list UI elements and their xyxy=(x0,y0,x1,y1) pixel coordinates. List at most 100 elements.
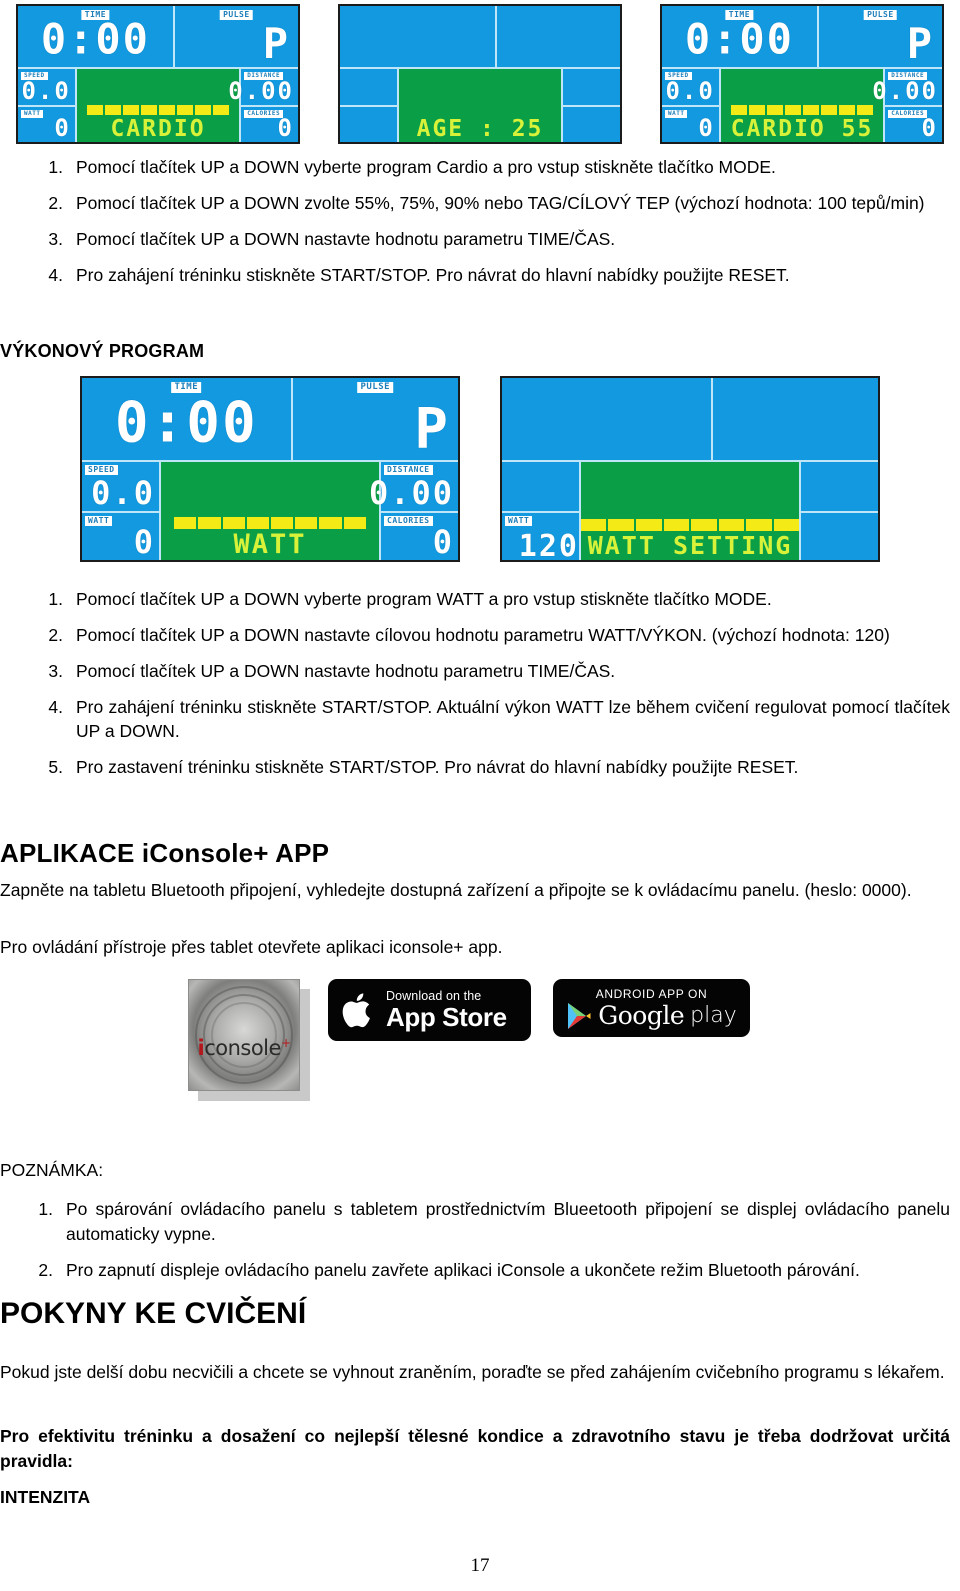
list-item-number: 5. xyxy=(48,757,63,778)
lcd-bar-graph xyxy=(580,518,800,531)
lcd-row-watt: TIME 0:00 PULSE P SPEED 0.0 WATT 0 WATT … xyxy=(0,376,960,562)
google-play-triangle-icon xyxy=(568,1002,591,1029)
lcd-bar-graph xyxy=(86,104,230,115)
lcd-tag-calories: CALORIES xyxy=(384,515,433,526)
lcd-calories-cell: CALORIES 0 xyxy=(241,105,298,142)
lcd-pulse-cell-blank xyxy=(497,6,620,67)
lcd-time-value: 0:00 xyxy=(114,390,258,456)
lcd-calories-cell: CALORIES 0 xyxy=(381,510,458,561)
note-list: 1. Po spárování ovládacího panelu s tabl… xyxy=(28,1197,950,1294)
lcd-right-column: DISTANCE 0.00 CALORIES 0 xyxy=(228,68,298,142)
lcd-top-section: TIME 0:00 PULSE P xyxy=(662,6,942,69)
app-paragraph-2: Pro ovládání přístroje přes tablet otevř… xyxy=(0,937,503,957)
list-item-number: 2. xyxy=(48,192,63,213)
lcd-bottom-section: SPEED 0.0 WATT 0 WATT DISTANCE 0.00 CALO… xyxy=(82,461,458,561)
lcd-time-value: 0:00 xyxy=(40,14,150,64)
lcd-distance-value: 0.00 xyxy=(872,77,938,106)
list-item: 2. Pro zapnutí displeje ovládacího panel… xyxy=(28,1258,950,1283)
list-item-text: Pomocí tlačítek UP a DOWN vyberte progra… xyxy=(76,157,776,177)
lcd-calories-cell-blank xyxy=(801,510,878,560)
list-item-number: 2. xyxy=(38,1259,53,1280)
lcd-calories-value: 0 xyxy=(432,523,454,561)
lcd-time-cell-blank xyxy=(340,6,497,67)
lcd-speed-value: 0.0 xyxy=(21,77,71,106)
list-item: 3. Pomocí tlačítek UP a DOWN nastavte ho… xyxy=(38,659,950,684)
lcd-distance-cell-blank xyxy=(801,462,878,511)
apple-logo-icon xyxy=(342,993,370,1028)
lcd-right-column xyxy=(561,68,620,142)
list-item-text: Pomocí tlačítek UP a DOWN nastavte hodno… xyxy=(76,228,616,249)
app-badges-row: iconsole+ Download on the App Store ANDR… xyxy=(188,979,750,1101)
lcd-pulse-cell: PULSE P xyxy=(819,6,942,67)
lcd-distance-cell-blank xyxy=(563,69,620,106)
lcd-pulse-value: P xyxy=(262,18,291,68)
watt-program-heading: VÝKONOVÝ PROGRAM xyxy=(0,341,205,361)
list-item: 4. Pro zahájení tréninku stiskněte START… xyxy=(38,263,950,288)
lcd-watt-cell: WATT 0 xyxy=(662,105,719,142)
list-item-number: 3. xyxy=(48,660,63,681)
lcd-time-cell: TIME 0:00 xyxy=(662,6,819,67)
lcd-calories-cell: CALORIES 0 xyxy=(885,105,942,142)
lcd-bottom-section: WATT 120 WATT SETTING xyxy=(502,461,878,564)
lcd-display-age-setting: AGE : 25 xyxy=(338,4,622,144)
lcd-display-watt-select: TIME 0:00 PULSE P SPEED 0.0 WATT 0 WATT … xyxy=(80,376,460,562)
lcd-speed-cell: SPEED 0.0 xyxy=(82,462,159,511)
watt-steps-list: 1. Pomocí tlačítek UP a DOWN vyberte pro… xyxy=(38,587,950,791)
list-item: 4. Pro zahájení tréninku stiskněte START… xyxy=(38,695,950,745)
lcd-tag-pulse: PULSE xyxy=(357,382,394,393)
lcd-top-section xyxy=(502,378,878,462)
lcd-display-cardio-55: TIME 0:00 PULSE P SPEED 0.0 WATT 0 CARDI… xyxy=(660,4,944,144)
lcd-distance-cell: DISTANCE 0.00 xyxy=(872,69,942,106)
lcd-message-text: CARDIO 55 xyxy=(730,115,874,142)
list-item: 1. Po spárování ovládacího panelu s tabl… xyxy=(28,1197,950,1247)
lcd-top-section: TIME 0:00 PULSE P xyxy=(82,378,458,462)
cardio-steps-list: 1. Pomocí tlačítek UP a DOWN vyberte pro… xyxy=(38,155,950,298)
list-item-number: 2. xyxy=(48,624,63,645)
google-play-wordmark-row: Google play xyxy=(563,1002,740,1030)
list-item-text: Pomocí tlačítek UP a DOWN vyberte progra… xyxy=(76,589,772,609)
lcd-calories-value: 0 xyxy=(921,114,938,143)
google-play-badge[interactable]: ANDROID APP ON Google play xyxy=(553,979,750,1037)
lcd-message-text: AGE : 25 xyxy=(416,115,544,142)
lcd-time-value: 0:00 xyxy=(684,14,794,64)
lcd-row-cardio: TIME 0:00 PULSE P SPEED 0.0 WATT 0 CARDI… xyxy=(0,4,960,144)
lcd-distance-value: 0.00 xyxy=(228,77,294,106)
lcd-pulse-cell-blank xyxy=(713,378,878,460)
lcd-distance-cell: DISTANCE 0.00 xyxy=(369,462,458,511)
lcd-distance-cell: DISTANCE 0.00 xyxy=(228,69,298,106)
lcd-time-cell: TIME 0:00 xyxy=(18,6,175,67)
play-word: play xyxy=(690,1002,737,1028)
document-page: TIME 0:00 PULSE P SPEED 0.0 WATT 0 CARDI… xyxy=(0,0,960,1591)
lcd-pulse-value: P xyxy=(906,18,935,68)
lcd-message-area: CARDIO xyxy=(76,68,240,142)
lcd-left-column: SPEED 0.0 WATT 0 xyxy=(18,68,77,142)
lcd-watt-cell: WATT 0 xyxy=(18,105,75,142)
lcd-pulse-cell: PULSE P xyxy=(293,378,458,460)
lcd-speed-value: 0.0 xyxy=(91,473,155,512)
lcd-bottom-section: SPEED 0.0 WATT 0 CARDIO DISTANCE 0.00 CA… xyxy=(18,68,298,142)
list-item: 2. Pomocí tlačítek UP a DOWN nastavte cí… xyxy=(38,623,950,648)
google-word: Google xyxy=(598,1001,685,1030)
lcd-watt-cell: WATT 120 xyxy=(502,510,579,564)
list-item-text: Po spárování ovládacího panelu s tablete… xyxy=(66,1199,950,1244)
lcd-message-area: WATT xyxy=(160,461,380,560)
lcd-display-cardio-select: TIME 0:00 PULSE P SPEED 0.0 WATT 0 CARDI… xyxy=(16,4,300,144)
list-item-number: 1. xyxy=(48,157,63,177)
google-play-line1: ANDROID APP ON xyxy=(595,986,708,1001)
lcd-right-column: DISTANCE 0.00 CALORIES 0 xyxy=(872,68,942,142)
lcd-speed-cell-blank xyxy=(502,462,579,511)
lcd-tag-watt: WATT xyxy=(665,110,688,119)
lcd-watt-value: 120 xyxy=(518,529,579,564)
list-item-number: 1. xyxy=(48,589,63,609)
app-store-line1: Download on the xyxy=(386,988,482,1003)
app-store-badge[interactable]: Download on the App Store xyxy=(328,979,531,1041)
logo-plus: + xyxy=(280,1036,291,1051)
lcd-bar-graph xyxy=(730,104,874,115)
lcd-watt-value: 0 xyxy=(54,114,71,143)
lcd-message-area: WATT SETTING xyxy=(580,461,800,560)
list-item-number: 3. xyxy=(48,228,63,249)
list-item-number: 4. xyxy=(48,264,63,285)
lcd-speed-cell: SPEED 0.0 xyxy=(18,69,75,106)
lcd-tag-watt: WATT xyxy=(21,110,44,119)
list-item-number: 4. xyxy=(48,696,63,717)
